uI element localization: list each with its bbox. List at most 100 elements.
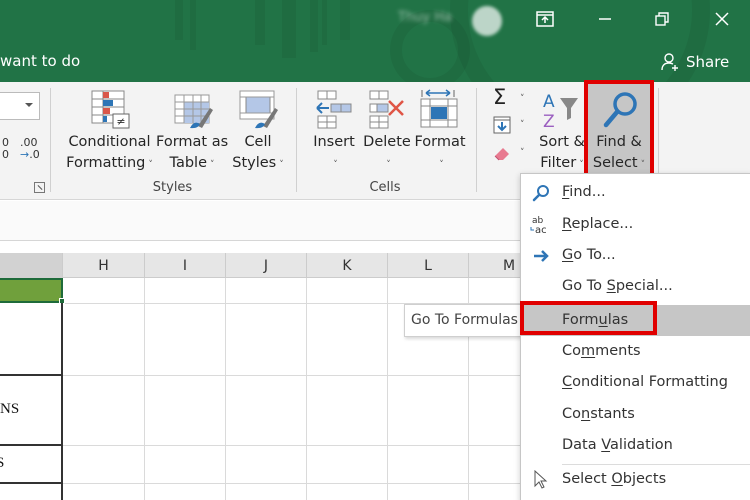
gridline xyxy=(225,278,226,500)
cursor-icon xyxy=(529,464,553,495)
menu-item-find[interactable]: Find... xyxy=(521,177,750,208)
gridline xyxy=(63,445,523,446)
menu-item-go-to-special[interactable]: Go To Special... xyxy=(521,271,750,302)
conditional-formatting-label: Conditional Formatting ˅ xyxy=(66,134,153,171)
cell[interactable]: S xyxy=(0,455,4,472)
number-dialog-launcher-icon[interactable] xyxy=(34,182,45,193)
background-decoration xyxy=(322,0,327,45)
group-separator xyxy=(296,88,297,192)
chevron-down-icon: ˅ xyxy=(210,160,215,170)
cell-border xyxy=(0,374,62,376)
menu-item-data-validation[interactable]: Data Validation xyxy=(521,430,750,461)
delete-label: Delete ˅ xyxy=(363,134,411,170)
arrow-right-icon xyxy=(529,240,553,271)
cell-styles-icon xyxy=(239,90,278,129)
replace-icon: ab ac xyxy=(529,209,553,240)
menu-item-go-to[interactable]: Go To... xyxy=(521,240,750,271)
cell-border xyxy=(0,444,62,446)
search-icon xyxy=(529,177,553,208)
number-format-dropdown[interactable] xyxy=(0,92,40,120)
group-separator xyxy=(476,88,477,192)
chevron-down-icon: ˅ xyxy=(333,160,338,170)
cell-border xyxy=(0,482,62,484)
title-bar: want to do Thuy Ha Share xyxy=(0,0,750,82)
ribbon-display-options-button[interactable] xyxy=(525,5,565,33)
clear-button[interactable]: ˅ xyxy=(490,144,530,166)
svg-text:ac: ac xyxy=(535,225,547,236)
background-decoration xyxy=(255,0,265,45)
format-as-table-label: Format as Table ˅ xyxy=(156,134,229,171)
column-header-k[interactable]: K xyxy=(307,253,388,278)
styles-group-label: Styles xyxy=(152,180,193,195)
tell-me-search[interactable]: want to do xyxy=(0,52,80,70)
conditional-formatting-icon: ≠ xyxy=(91,90,130,129)
tooltip: Go To Formulas xyxy=(404,304,522,337)
column-header-h[interactable]: H xyxy=(63,253,145,278)
highlight-box-formulas xyxy=(520,301,657,335)
menu-item-conditional-formatting[interactable]: Conditional Formatting xyxy=(521,367,750,398)
background-decoration xyxy=(175,0,183,40)
sigma-icon: Σ xyxy=(493,85,507,109)
menu-item-replace[interactable]: ab ac Replace... xyxy=(521,209,750,240)
selected-cell[interactable] xyxy=(0,278,63,303)
background-decoration xyxy=(310,0,318,52)
find-select-menu: Find... ab ac Replace... Go To... Go To S… xyxy=(520,173,750,500)
restore-button[interactable] xyxy=(642,5,682,33)
column-header-j[interactable]: J xyxy=(226,253,307,278)
increase-decimal-button[interactable]: 00 xyxy=(2,137,9,161)
column-header-l[interactable]: L xyxy=(388,253,469,278)
share-label: Share xyxy=(686,53,730,71)
gridline xyxy=(144,278,145,500)
chevron-down-icon: ˅ xyxy=(279,160,284,170)
minimize-icon xyxy=(599,18,611,20)
decrease-decimal-button[interactable]: .00 →.0 xyxy=(20,137,40,161)
sort-filter-label: Sort & Filter ˅ xyxy=(539,134,585,171)
insert-cells-icon xyxy=(316,90,352,129)
chevron-down-icon: ˅ xyxy=(439,160,444,170)
chevron-down-icon: ˅ xyxy=(520,148,525,158)
background-decoration xyxy=(340,0,350,40)
gridline xyxy=(63,483,523,484)
insert-label: Insert ˅ xyxy=(313,134,355,170)
background-decoration xyxy=(190,0,196,50)
close-button[interactable] xyxy=(702,5,742,33)
cells-group-label: Cells xyxy=(369,180,401,195)
sort-filter-icon: A Z xyxy=(543,92,578,130)
ribbon-display-icon xyxy=(536,11,554,27)
minimize-button[interactable] xyxy=(585,5,625,33)
fill-button[interactable]: ˅ xyxy=(490,116,530,138)
format-label: Format ˅ xyxy=(414,134,466,170)
cell[interactable]: NS xyxy=(0,401,19,418)
close-icon xyxy=(715,12,729,26)
delete-cells-icon xyxy=(369,90,404,129)
svg-text:A: A xyxy=(543,92,555,112)
column-header-g[interactable] xyxy=(0,253,63,278)
chevron-down-icon: ˅ xyxy=(386,160,391,170)
dropdown-arrow-icon xyxy=(25,103,33,107)
svg-text:Z: Z xyxy=(543,112,555,130)
chevron-down-icon: ˅ xyxy=(520,94,525,104)
eraser-icon xyxy=(494,148,509,161)
chevron-down-icon: ˅ xyxy=(520,120,525,130)
fill-down-icon xyxy=(493,116,511,134)
user-name[interactable]: Thuy Ha xyxy=(398,10,452,25)
gridline xyxy=(306,278,307,500)
menu-item-comments[interactable]: Comments xyxy=(521,336,750,367)
menu-item-constants[interactable]: Constants xyxy=(521,399,750,430)
background-decoration xyxy=(282,0,296,58)
menu-item-select-objects[interactable]: Select Objects xyxy=(521,464,750,495)
user-avatar[interactable] xyxy=(472,6,502,36)
person-add-icon xyxy=(661,53,678,71)
format-as-table-icon xyxy=(174,94,213,129)
column-header-i[interactable]: I xyxy=(145,253,226,278)
cell-styles-label: Cell Styles ˅ xyxy=(232,134,284,171)
group-separator xyxy=(50,88,51,192)
gridline xyxy=(63,375,523,376)
cell-border xyxy=(61,303,63,500)
chevron-down-icon: ˅ xyxy=(148,160,153,170)
format-cells-icon xyxy=(420,89,458,128)
autosum-button[interactable]: Σ ˅ xyxy=(490,85,530,110)
restore-icon xyxy=(655,12,669,26)
share-button[interactable]: Share xyxy=(660,52,729,72)
highlight-box-find-select xyxy=(584,80,654,180)
